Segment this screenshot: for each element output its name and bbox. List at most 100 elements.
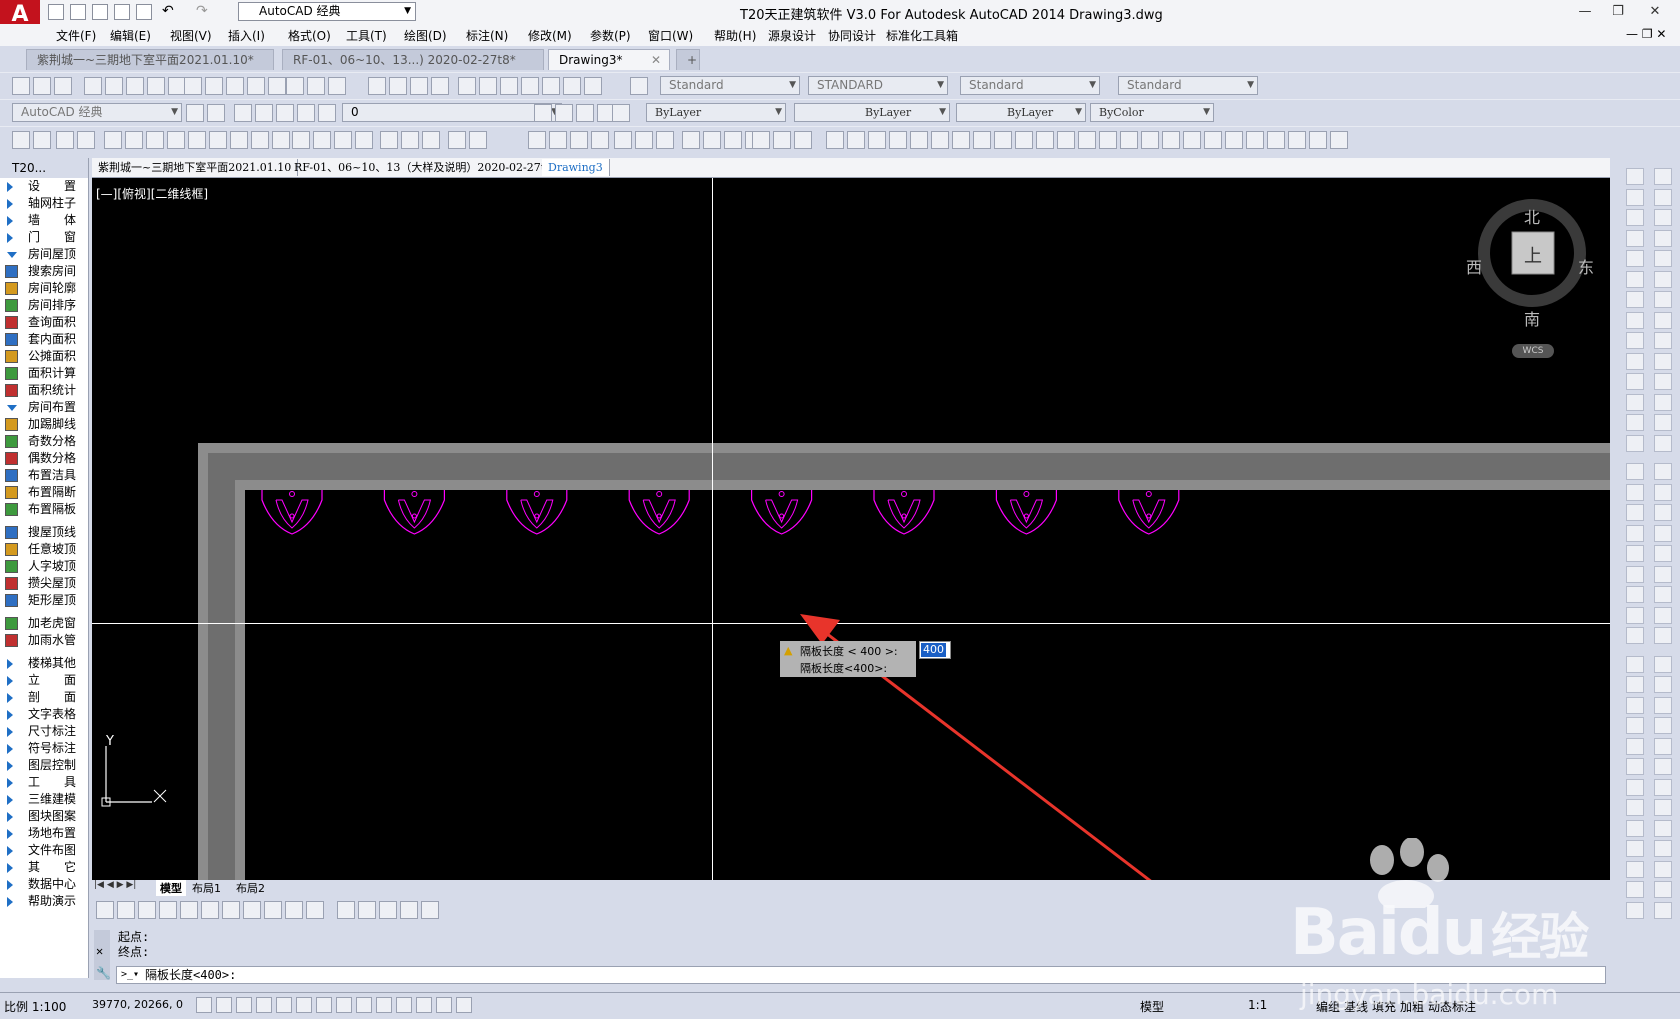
draw-tool-icon[interactable] — [931, 131, 949, 149]
t20-tool-icon[interactable] — [264, 901, 282, 919]
modify-tool-icon[interactable] — [1654, 414, 1672, 431]
t20-tool-icon[interactable] — [117, 901, 135, 919]
draw-tool-icon[interactable] — [724, 131, 742, 149]
draw-tool-icon[interactable] — [1246, 131, 1264, 149]
panel-item[interactable]: 房间排序 — [0, 297, 88, 314]
layer-tool-icon[interactable] — [534, 104, 552, 122]
standard-tool-icon[interactable] — [33, 77, 51, 95]
modify-tool-icon[interactable] — [1654, 483, 1672, 501]
standard-tool-icon[interactable] — [184, 77, 202, 95]
draw-tool-icon[interactable] — [1120, 131, 1138, 149]
draw-tool-icon[interactable] — [355, 131, 373, 149]
modify-tool-icon[interactable] — [1654, 291, 1672, 308]
modify-tool-icon[interactable] — [1626, 696, 1644, 714]
draw-tool-icon[interactable] — [1036, 131, 1054, 149]
compass-east[interactable]: 东 — [1578, 254, 1594, 278]
draw-tool-icon[interactable] — [703, 131, 721, 149]
panel-item[interactable]: 加雨水管 — [0, 632, 88, 649]
draw-tool-icon[interactable] — [889, 131, 907, 149]
draw-tool-icon[interactable] — [1162, 131, 1180, 149]
draw-tool-icon[interactable] — [868, 131, 886, 149]
modify-tool-icon[interactable] — [1654, 524, 1672, 542]
draw-tool-icon[interactable] — [272, 131, 290, 149]
modify-tool-icon[interactable] — [1626, 188, 1644, 206]
panel-item[interactable]: 其 它 — [0, 859, 88, 876]
modify-tool-icon[interactable] — [1654, 565, 1672, 583]
doc-tab[interactable]: Drawing3* ✕ — [548, 49, 670, 70]
panel-item[interactable]: 文件布图 — [0, 842, 88, 859]
draw-tool-icon[interactable] — [549, 131, 567, 149]
modify-tool-icon[interactable] — [1626, 291, 1644, 308]
panel-item[interactable]: 偶数分格 — [0, 450, 88, 467]
panel-item[interactable]: 布置隔断 — [0, 484, 88, 501]
t20-tool-icon[interactable] — [201, 901, 219, 919]
drafting-toggle-icon[interactable] — [436, 997, 452, 1013]
draw-tool-icon[interactable] — [230, 131, 248, 149]
drafting-toggle-icon[interactable] — [296, 997, 312, 1013]
modify-tool-icon[interactable] — [1626, 565, 1644, 583]
draw-tool-icon[interactable] — [1288, 131, 1306, 149]
menu-item[interactable]: 视图(V) — [170, 27, 212, 44]
draw-tool-icon[interactable] — [469, 131, 487, 149]
t20-tool-icon[interactable] — [96, 901, 114, 919]
modify-tool-icon[interactable] — [1626, 655, 1644, 673]
save-as-icon[interactable] — [114, 4, 130, 20]
compass-west[interactable]: 西 — [1466, 254, 1482, 278]
panel-item[interactable]: 套内面积 — [0, 331, 88, 348]
scale-selector[interactable]: 比例 1:100 — [4, 998, 66, 1015]
modify-tool-icon[interactable] — [1654, 393, 1672, 411]
drawing-tab[interactable]: RF-01、06~10、13（大样及说明）2020-02-27t8 — [288, 159, 560, 176]
layer-tool-icon[interactable] — [234, 104, 252, 122]
draw-tool-icon[interactable] — [1183, 131, 1201, 149]
standard-tool-icon[interactable] — [205, 77, 223, 95]
draw-tool-icon[interactable] — [847, 131, 865, 149]
workspace-select[interactable]: AutoCAD 经典 ▼ — [238, 2, 416, 21]
draw-tool-icon[interactable] — [1141, 131, 1159, 149]
drafting-toggle-icon[interactable] — [236, 997, 252, 1013]
minimize-button[interactable]: — — [1570, 2, 1600, 22]
layer-tool-icon[interactable] — [297, 104, 315, 122]
modify-tool-icon[interactable] — [1654, 606, 1672, 624]
t20-tool-icon[interactable] — [180, 901, 198, 919]
draw-tool-icon[interactable] — [1309, 131, 1327, 149]
modify-tool-icon[interactable] — [1654, 758, 1672, 775]
close-icon[interactable]: ✕ — [651, 50, 661, 70]
panel-item[interactable]: 楼梯其他 — [0, 655, 88, 672]
panel-item[interactable]: 图层控制 — [0, 757, 88, 774]
viewcube[interactable]: 北 南 东 西 上 WCS — [1466, 198, 1594, 358]
modify-tool-icon[interactable] — [1654, 627, 1672, 644]
command-prompt-icon[interactable]: >_▾ — [121, 967, 139, 983]
modify-tool-icon[interactable] — [1654, 586, 1672, 603]
modify-tool-icon[interactable] — [1654, 229, 1672, 247]
modify-tool-icon[interactable] — [1626, 524, 1644, 542]
dynamic-input-field[interactable]: 400 — [919, 641, 951, 659]
draw-tool-icon[interactable] — [33, 131, 51, 149]
table-style-combo[interactable]: Standard ▼ — [960, 76, 1100, 95]
panel-item[interactable]: 查询面积 — [0, 314, 88, 331]
compass-north[interactable]: 北 — [1524, 204, 1540, 228]
undo-icon[interactable]: ↶ — [162, 4, 178, 20]
modify-tool-icon[interactable] — [1626, 352, 1644, 370]
menu-item[interactable]: 绘图(D) — [404, 27, 447, 44]
t20-tool-icon[interactable] — [379, 901, 397, 919]
modify-tool-icon[interactable] — [1626, 627, 1644, 644]
layout-tab[interactable]: 模型 — [156, 880, 186, 896]
panel-item[interactable]: 剖 面 — [0, 689, 88, 706]
draw-tool-icon[interactable] — [77, 131, 95, 149]
modify-tool-icon[interactable] — [1626, 373, 1644, 390]
close-button[interactable]: ✕ — [1640, 2, 1670, 22]
panel-item[interactable]: 房间屋顶 — [0, 246, 88, 263]
panel-item[interactable]: 面积统计 — [0, 382, 88, 399]
panel-item[interactable]: 帮助演示 — [0, 893, 88, 910]
panel-item[interactable]: 设 置 — [0, 178, 88, 195]
panel-item[interactable]: 立 面 — [0, 672, 88, 689]
panel-item[interactable]: 三维建模 — [0, 791, 88, 808]
new-icon[interactable] — [48, 4, 64, 20]
modify-tool-icon[interactable] — [1654, 799, 1672, 816]
modify-tool-icon[interactable] — [1654, 434, 1672, 452]
modify-tool-icon[interactable] — [1626, 311, 1644, 329]
standard-tool-icon[interactable] — [389, 77, 407, 95]
print-icon[interactable] — [136, 4, 152, 20]
drafting-toggle-icon[interactable] — [356, 997, 372, 1013]
draw-tool-icon[interactable] — [591, 131, 609, 149]
